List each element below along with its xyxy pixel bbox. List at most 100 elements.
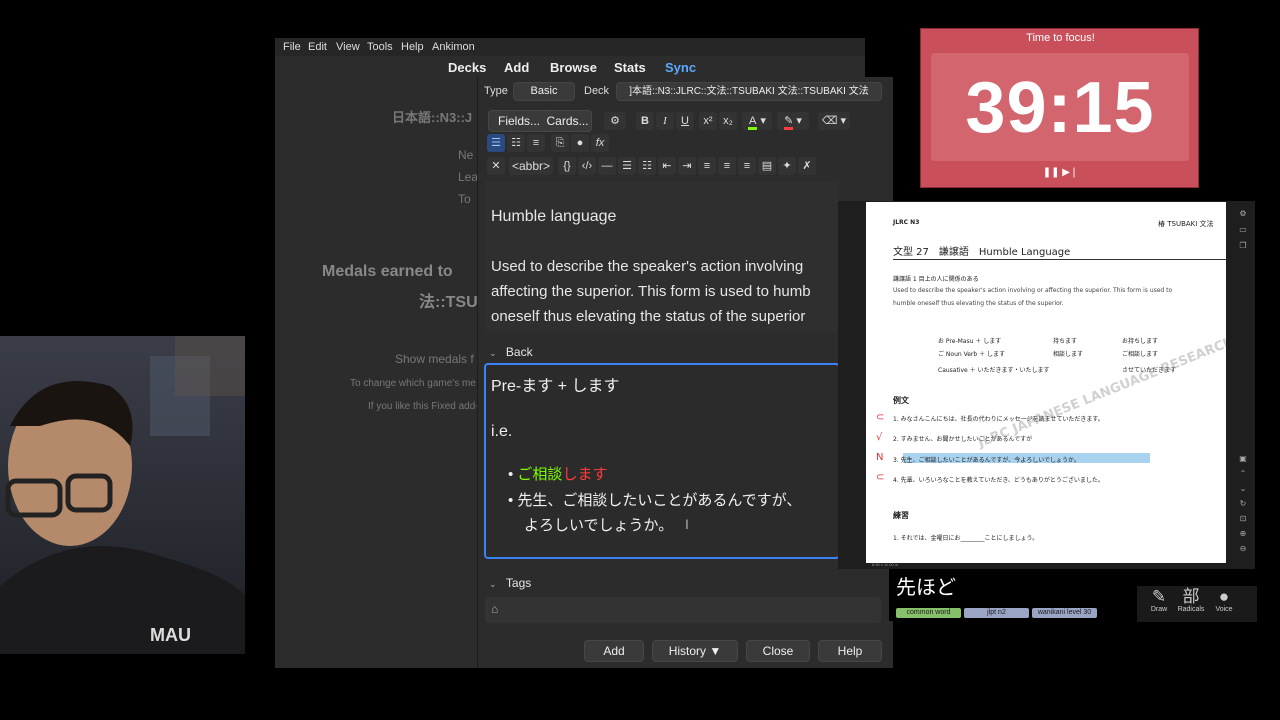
numbered-list-icon[interactable]: ☷ [507,134,525,152]
bookmark-icon[interactable]: ▭ [1237,222,1249,238]
pdf-example-4: 4. 先輩、いろいろなことを教えていただき、どうもありがとうございました。 [893,477,1104,484]
back-section-header[interactable]: ⌄ Back [489,345,533,359]
copy-icon[interactable]: ❐ [1237,238,1249,254]
type-label: Type [484,85,508,97]
nav-add[interactable]: Add [504,60,529,75]
fields-button[interactable]: Fields... [488,110,550,132]
text-color-icon[interactable]: A ▾ [742,112,772,130]
deck-title: 日本語::N3::J [392,110,473,125]
settings-icon[interactable]: ⚙ [1237,206,1249,222]
menu-tools[interactable]: Tools [367,41,393,53]
braces-icon[interactable]: {} [558,157,576,175]
nav-decks[interactable]: Decks [448,60,486,75]
hr-icon[interactable]: — [598,157,616,175]
italic-icon[interactable]: I [656,112,674,130]
handwritten-marks: ⊂ √ N ⊂ [876,412,885,483]
svg-text:MAU: MAU [150,625,191,645]
pdf-page[interactable]: JLRC N3 椿 TSUBAKI 文法 文型 27 謙譲語 Humble La… [866,202,1226,563]
radicals-tool[interactable]: 部 Radicals [1176,587,1206,613]
bullet-list-icon[interactable]: ☰ [487,134,505,152]
attach-icon[interactable]: ⎘ [551,134,569,152]
bold-icon[interactable]: B [636,112,654,130]
deck-selector[interactable]: ]本語::N3::JLRC::文法::TSUBAKI 文法::TSUBAKI 文… [616,82,882,101]
up-icon[interactable]: ⌃ [1237,466,1249,481]
back-section-label: Back [505,345,533,359]
back-field[interactable]: Pre-ます + します i.e. • ご相談します • 先生、ご相談したいこと… [484,363,840,559]
pdf-title-rule [893,259,1226,260]
eraser-icon[interactable]: ⌫ ▾ [818,112,850,130]
menu-file[interactable]: File [283,41,301,53]
cards-button[interactable]: Cards... [544,110,592,132]
history-button[interactable]: History ▼ [652,640,738,662]
align-left-icon[interactable]: ≡ [718,157,736,175]
draw-label: Draw [1150,606,1168,613]
timer-time: 39:15 [965,68,1155,148]
abbr-button[interactable]: <abbr> [509,157,553,175]
align-center-icon[interactable]: ≡ [698,157,716,175]
back-bullet-2-line-1: 先生、ご相談したいことがあるんですが、 [517,492,802,509]
align-right-icon[interactable]: ≡ [738,157,756,175]
pdf-side-toolbar: ⚙ ▭ ❐ [1237,206,1249,254]
outdent-icon[interactable]: ⇤ [658,157,676,175]
nav-sync[interactable]: Sync [665,60,696,75]
menu-help[interactable]: Help [401,41,424,53]
justify-icon[interactable]: ▤ [758,157,776,175]
deck-stat-learn: Lea [458,170,479,184]
menu-edit[interactable]: Edit [308,41,327,53]
radicals-label: Radicals [1177,606,1205,613]
zoom-in-icon[interactable]: ⊕ [1237,526,1249,541]
menu-ankimon[interactable]: Ankimon [432,41,475,53]
indent-icon[interactable]: ⇥ [678,157,696,175]
menu-view[interactable]: View [336,41,360,53]
medals-heading-2: 法::TSU [419,294,478,311]
fit-icon[interactable]: ⊡ [1237,511,1249,526]
help-button[interactable]: Help [818,640,882,662]
nav-browse[interactable]: Browse [550,60,597,75]
pencil-icon: ✎ [1151,587,1167,606]
page-indicator-icon[interactable]: ▣ [1237,451,1249,466]
pdf-example-1: 1. みなさんこんにちは、社長の代わりにメッセージを読ませていただきます。 [893,416,1104,423]
pdf-practice-heading: 練習 [893,511,909,520]
front-field[interactable]: Humble language Used to describe the spe… [485,181,839,333]
microphone-icon: ● [1218,587,1230,606]
down-icon[interactable]: ⌄ [1237,481,1249,496]
text-cursor-icon: I [685,516,689,532]
strip-icon[interactable]: ✗ [798,157,816,175]
list-icon[interactable]: ☰ [618,157,636,175]
add-button[interactable]: Add [584,640,644,662]
zoom-out-icon[interactable]: ⊖ [1237,541,1249,556]
gear-icon[interactable]: ⚙ [604,112,626,130]
code-icon[interactable]: ‹/› [578,157,596,175]
subscript-icon[interactable]: x₂ [719,112,737,130]
close-button[interactable]: Close [746,640,810,662]
superscript-icon[interactable]: x² [699,112,717,130]
draw-tool[interactable]: ✎ Draw [1147,587,1171,613]
underline-icon[interactable]: U [676,112,694,130]
microphone-icon[interactable]: ● [571,134,589,152]
pdf-table-r1-c2: 持ちます [1053,338,1078,345]
highlight-color-icon[interactable]: ✎ ▾ [777,112,809,130]
back-bullet-1-green: ご相談 [517,466,563,483]
tags-input[interactable]: ⌂ [485,597,881,623]
add-card-dialog: Type Basic Deck ]本語::N3::JLRC::文法::TSUBA… [477,77,893,668]
align-icon[interactable]: ≡ [527,134,545,152]
magic-icon[interactable]: ✦ [778,157,796,175]
pdf-table-r2-c1: ご Noun Verb ＋ します [938,351,1005,358]
tags-section-header[interactable]: ⌄ Tags [489,576,531,590]
show-medals-link[interactable]: Show medals f [395,352,474,366]
refresh-icon[interactable]: ↻ [1237,496,1249,511]
type-selector[interactable]: Basic [513,82,575,101]
pdf-desc-2: humble oneself thus elevating the status… [893,300,1064,307]
tag-common-word: common word [896,608,961,618]
nav-stats[interactable]: Stats [614,60,646,75]
pdf-header-left: JLRC N3 [893,219,920,226]
front-title: Humble language [491,208,617,225]
math-icon[interactable]: fx [591,134,609,152]
ordered-list-icon[interactable]: ☷ [638,157,656,175]
back-bullet-2-line-2: よろしいでしょうか。 [524,517,674,534]
timer-controls[interactable]: ❚❚ ▶❘ [921,167,1200,178]
pdf-practice-1: 1. それでは、金曜日にお________ことにしましょう。 [893,535,1039,542]
voice-tool[interactable]: ● Voice [1211,587,1237,613]
clear-format-icon[interactable]: ✕ [487,157,505,175]
main-toolbar: Decks Add Browse Stats Sync [275,56,865,78]
